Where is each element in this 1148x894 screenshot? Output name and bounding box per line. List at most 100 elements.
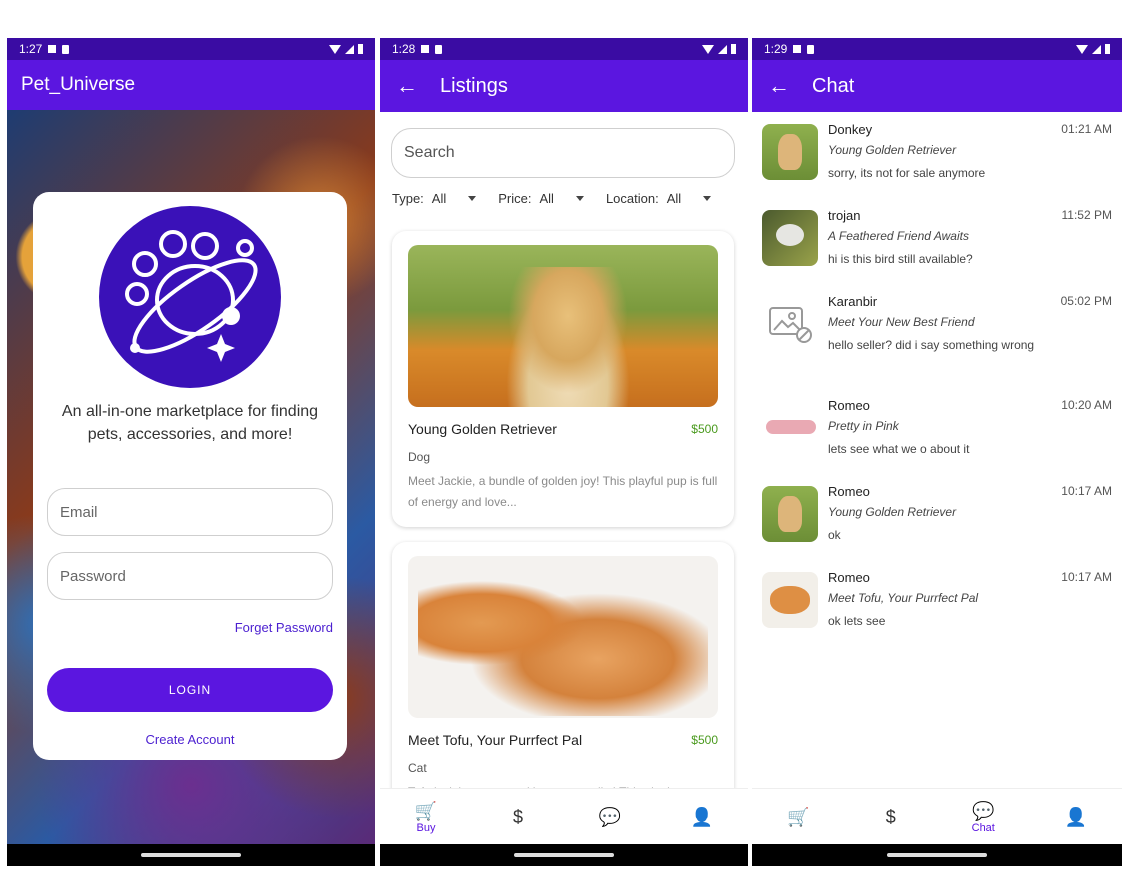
tab-sell[interactable]: $ — [861, 806, 921, 828]
filter-location[interactable]: Location: All — [605, 191, 712, 206]
signal-icon — [345, 44, 354, 54]
filter-value: All — [431, 191, 447, 206]
last-message: lets see what we o about it — [828, 442, 970, 456]
home-gesture-pill[interactable] — [887, 853, 987, 857]
sim-icon — [807, 44, 815, 54]
filter-type[interactable]: Type: All — [392, 191, 477, 206]
conversation-item[interactable]: Romeo 10:17 AM Meet Tofu, Your Purrfect … — [752, 562, 1122, 648]
app-logo — [99, 206, 281, 388]
page-title: Chat — [812, 74, 855, 97]
listing-name: Pretty in Pink — [828, 419, 899, 433]
contact-name: Romeo — [828, 570, 870, 585]
listing-category: Cat — [408, 761, 427, 775]
notification-icon — [793, 45, 802, 53]
battery-icon — [358, 44, 363, 54]
login-button[interactable]: LOGIN — [47, 668, 333, 712]
status-bar: 1:27 — [7, 38, 375, 60]
battery-icon — [1105, 44, 1110, 54]
listing-name: Young Golden Retriever — [828, 505, 957, 519]
search-input[interactable]: Search — [391, 128, 735, 178]
forgot-password-link[interactable]: Forget Password — [235, 620, 333, 635]
conversation-item[interactable]: Donkey 01:21 AM Young Golden Retriever s… — [752, 114, 1122, 200]
back-arrow-icon[interactable]: ← — [396, 73, 418, 99]
contact-name: trojan — [828, 208, 861, 223]
back-arrow-icon[interactable]: ← — [768, 73, 790, 99]
message-time: 10:20 AM — [1061, 398, 1112, 412]
conversation-thumbnail — [762, 124, 818, 180]
message-time: 05:02 PM — [1060, 294, 1112, 308]
dropdown-arrow-icon — [703, 196, 712, 201]
login-screen: 1:27 Pet_Universe An all-in-one marketpl… — [7, 38, 375, 866]
person-icon: 👤 — [1064, 806, 1087, 827]
page-title: Listings — [440, 74, 508, 97]
conversation-item[interactable]: Romeo 10:17 AM Young Golden Retriever ok — [752, 476, 1122, 562]
paw-planet-icon — [125, 230, 258, 362]
conversation-item[interactable]: trojan 11:52 PM A Feathered Friend Await… — [752, 200, 1122, 286]
app-bar: ← Listings — [380, 60, 748, 112]
conversation-item[interactable]: Karanbir 05:02 PM Meet Your New Best Fri… — [752, 286, 1122, 390]
listing-category: Dog — [408, 450, 431, 464]
status-time: 1:29 — [764, 42, 788, 56]
listings-screen: 1:28 ← Listings Search Type: All Price: Al… — [380, 38, 748, 866]
sim-icon — [62, 44, 70, 54]
dollar-icon: $ — [885, 806, 896, 827]
tab-chat[interactable]: 💬 — [580, 806, 640, 828]
create-account-link[interactable]: Create Account — [33, 732, 347, 747]
chat-bubble-icon: 💬 — [598, 806, 622, 827]
notification-icon — [421, 45, 430, 53]
contact-name: Romeo — [828, 398, 870, 413]
home-gesture-pill[interactable] — [141, 853, 241, 857]
tab-sell[interactable]: $ — [488, 806, 548, 828]
last-message: hi is this bird still available? — [828, 252, 973, 266]
filter-label: Price: — [498, 191, 532, 206]
filter-value: All — [666, 191, 682, 206]
app-bar: Pet_Universe — [7, 60, 375, 110]
filter-label: Location: — [605, 191, 659, 206]
wifi-icon — [702, 44, 714, 54]
conversation-thumbnail — [762, 210, 818, 266]
listing-title: Meet Tofu, Your Purrfect Pal — [408, 732, 583, 748]
signal-icon — [1092, 44, 1101, 54]
listing-photo-dog — [408, 245, 718, 407]
signal-icon — [718, 44, 727, 54]
conversation-thumbnail — [762, 400, 818, 456]
conversation-thumbnail — [762, 572, 818, 628]
message-time: 10:17 AM — [1061, 570, 1112, 584]
app-bar: ← Chat — [752, 60, 1122, 112]
tab-buy[interactable]: 🛒 — [768, 806, 828, 828]
person-icon: 👤 — [690, 806, 714, 827]
listing-title: Young Golden Retriever — [408, 421, 557, 437]
conversation-item[interactable]: Romeo 10:20 AM Pretty in Pink lets see w… — [752, 390, 1122, 476]
dropdown-arrow-icon — [575, 196, 584, 201]
filter-price[interactable]: Price: All — [498, 191, 584, 206]
notification-icon — [48, 45, 57, 53]
tab-chat[interactable]: 💬 Chat — [953, 800, 1013, 834]
listing-description: Meet Jackie, a bundle of golden joy! Thi… — [408, 474, 718, 509]
filter-row: Type: All Price: All Location: All — [392, 191, 734, 206]
contact-name: Karanbir — [828, 294, 878, 309]
message-time: 11:52 PM — [1061, 208, 1112, 222]
conversation-thumbnail — [762, 296, 818, 352]
listing-name: Meet Your New Best Friend — [828, 315, 975, 329]
contact-name: Donkey — [828, 122, 873, 137]
cart-icon: 🛒 — [787, 806, 810, 827]
listing-name: A Feathered Friend Awaits — [828, 229, 969, 243]
system-nav-bar — [7, 844, 375, 866]
conversation-thumbnail — [762, 486, 818, 542]
filter-label: Type: — [392, 191, 424, 206]
chat-bubble-icon: 💬 — [972, 800, 995, 821]
status-time: 1:28 — [392, 42, 416, 56]
listing-price: $500 — [691, 733, 718, 747]
wifi-icon — [1076, 44, 1088, 54]
tab-buy[interactable]: 🛒 Buy — [396, 800, 456, 834]
tab-profile[interactable]: 👤 — [672, 806, 732, 828]
email-field[interactable]: Email — [47, 488, 333, 536]
listing-card[interactable]: Young Golden Retriever $500 Dog Meet Jac… — [392, 231, 734, 527]
home-gesture-pill[interactable] — [514, 853, 614, 857]
message-time: 01:21 AM — [1061, 122, 1112, 136]
password-field[interactable]: Password — [47, 552, 333, 600]
system-nav-bar — [752, 844, 1122, 866]
contact-name: Romeo — [828, 484, 870, 499]
system-nav-bar — [380, 844, 748, 866]
tab-profile[interactable]: 👤 — [1046, 806, 1106, 828]
